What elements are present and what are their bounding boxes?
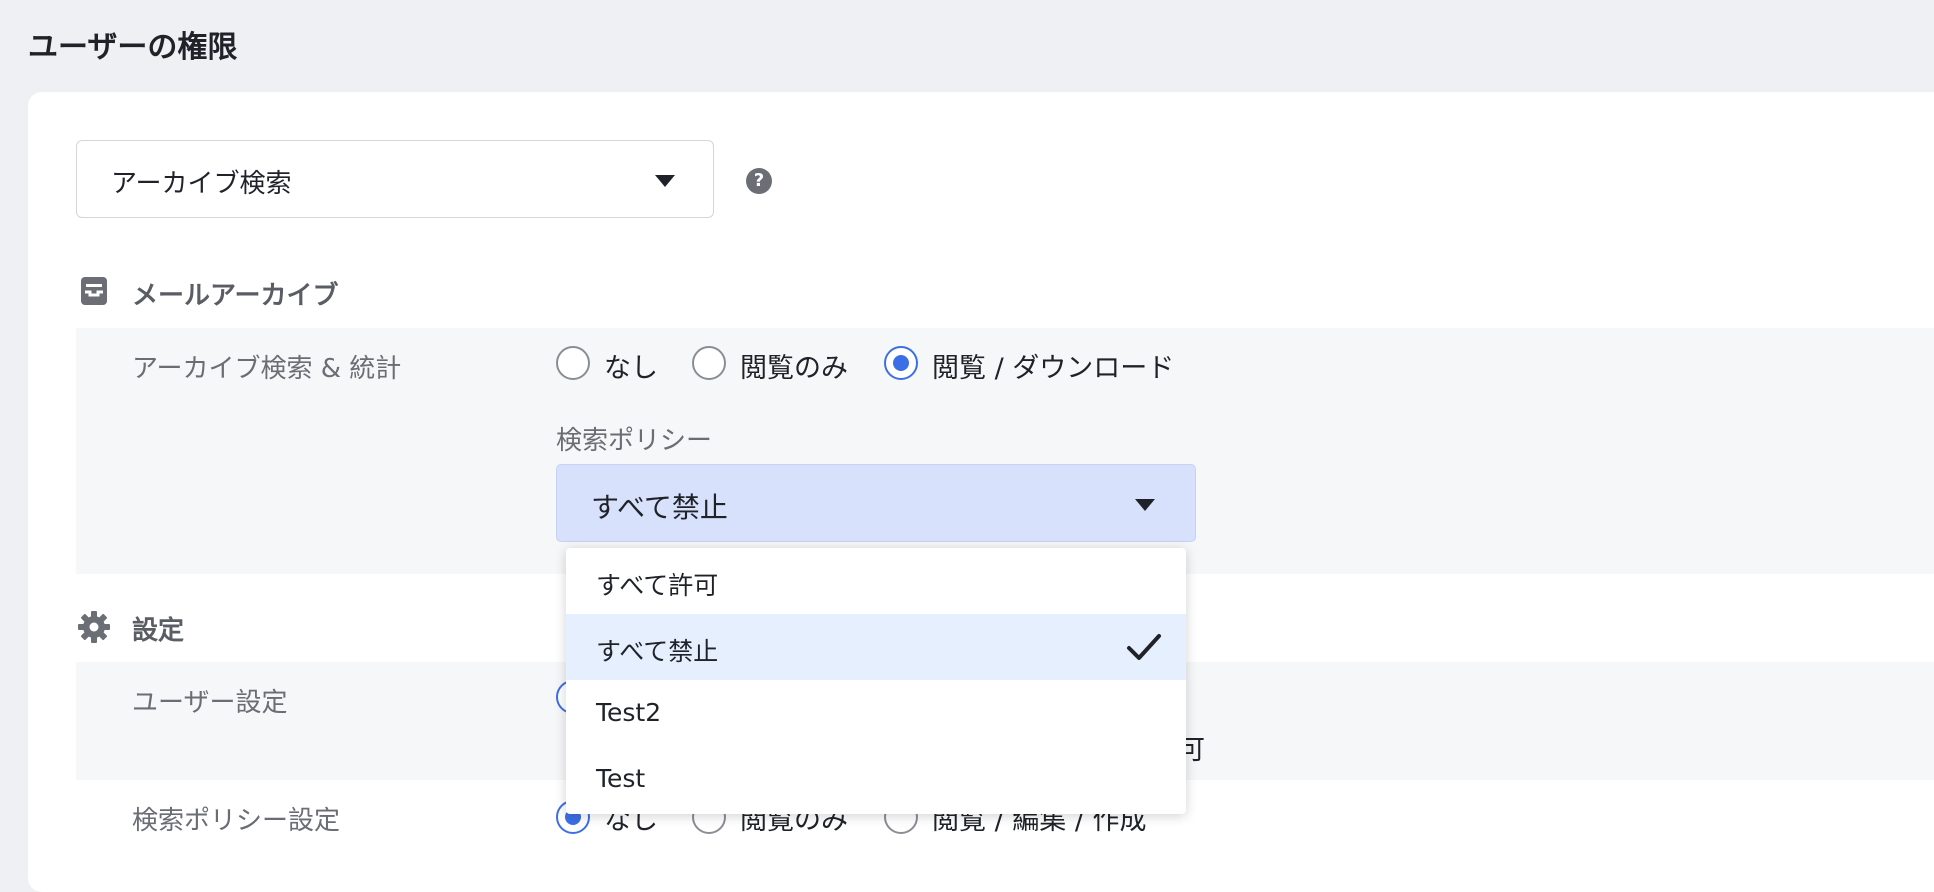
- chevron-down-icon: [655, 175, 675, 187]
- radio-label-archive-view-only: 閲覧のみ: [740, 353, 848, 384]
- radio-archive-view-only[interactable]: [692, 346, 726, 380]
- row-label-user-settings: ユーザー設定: [132, 688, 288, 718]
- dropdown-option-test2[interactable]: Test2: [566, 680, 1186, 746]
- checkmark-icon: [1127, 634, 1161, 660]
- dropdown-option-test[interactable]: Test: [566, 746, 1186, 812]
- dropdown-option-allow-all[interactable]: すべて許可: [566, 548, 1186, 614]
- dropdown-option-label: すべて許可: [596, 571, 719, 600]
- dropdown-option-label: Test2: [596, 698, 662, 727]
- gear-icon: [78, 611, 110, 643]
- search-policy-select[interactable]: すべて禁止: [556, 464, 1196, 542]
- section-header-mail-archive: メールアーカイブ: [132, 281, 339, 311]
- row-label-search-policy-settings: 検索ポリシー設定: [132, 806, 341, 836]
- dropdown-option-deny-all[interactable]: すべて禁止: [566, 614, 1186, 680]
- page-title: ユーザーの権限: [28, 30, 238, 65]
- radio-archive-view-download[interactable]: [884, 346, 918, 380]
- search-policy-dropdown: すべて許可 すべて禁止 Test2 Test: [566, 548, 1186, 814]
- role-select-value: アーカイブ検索: [111, 169, 292, 199]
- search-policy-label: 検索ポリシー: [556, 426, 713, 456]
- row-label-archive-search: アーカイブ検索 & 統計: [132, 354, 402, 384]
- radio-label-archive-view-download: 閲覧 / ダウンロード: [932, 353, 1175, 384]
- dropdown-option-label: Test: [596, 764, 646, 793]
- chevron-down-icon: [1135, 499, 1155, 511]
- radio-label-archive-none: なし: [604, 353, 658, 384]
- section-header-settings: 設定: [132, 616, 185, 646]
- dropdown-option-label: すべて禁止: [596, 637, 719, 666]
- role-select[interactable]: アーカイブ検索: [76, 140, 714, 218]
- archive-box-icon: [81, 277, 107, 305]
- radio-archive-none[interactable]: [556, 346, 590, 380]
- help-icon[interactable]: ?: [746, 168, 772, 194]
- search-policy-select-value: すべて禁止: [591, 491, 728, 524]
